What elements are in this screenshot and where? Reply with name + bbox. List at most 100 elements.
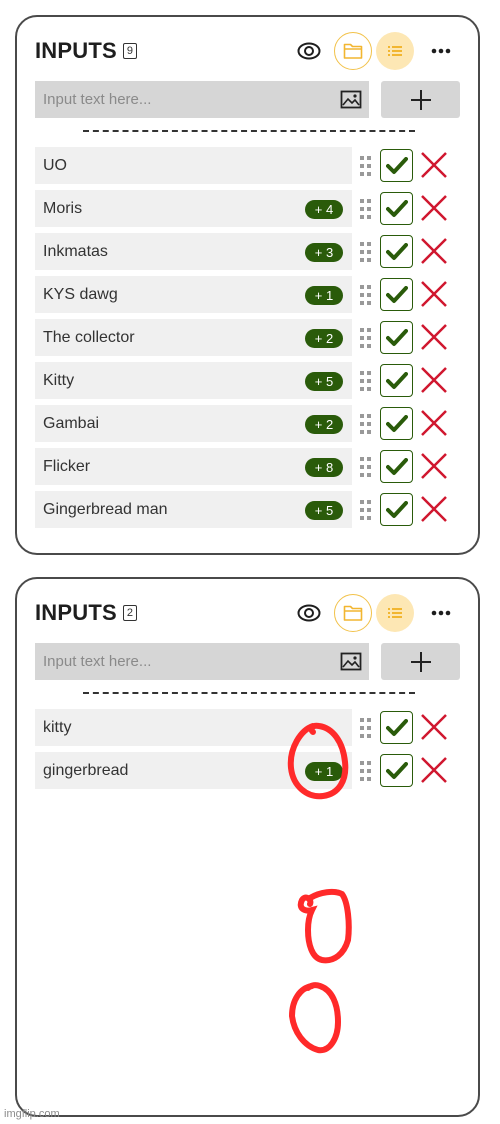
drag-handle-icon[interactable] [360,718,372,738]
close-icon[interactable] [419,193,449,223]
eye-icon [297,42,321,60]
list-item: UO [35,147,465,184]
drag-handle-icon[interactable] [360,500,372,520]
panel-title: INPUTS [35,38,117,63]
list-item: Flicker + 8 [35,448,465,485]
image-icon[interactable] [340,652,362,671]
item-field[interactable]: Flicker + 8 [35,448,352,485]
more-horizontal-icon [431,610,451,616]
folder-button[interactable] [334,32,372,70]
list-item: Gingerbread man + 5 [35,491,465,528]
count-badge: + 8 [305,458,343,477]
input-row [35,643,461,680]
image-icon[interactable] [340,90,362,109]
drag-handle-icon[interactable] [360,242,372,262]
item-label: The collector [43,328,135,346]
drag-handle-icon[interactable] [360,285,372,305]
plus-icon [410,89,431,110]
item-field[interactable]: Gingerbread man + 5 [35,491,352,528]
folder-button[interactable] [334,594,372,632]
item-label: Kitty [43,371,75,389]
item-count-badge: 2 [122,605,137,621]
confirm-button[interactable] [380,278,413,311]
header-actions [286,594,460,632]
confirm-button[interactable] [380,754,413,787]
list-item: Gambai + 2 [35,405,465,442]
dashed-divider [83,692,415,694]
check-icon [385,414,408,432]
item-field[interactable]: kitty [35,709,352,746]
list-item: kitty [35,709,465,746]
check-icon [385,761,408,779]
check-icon [385,328,408,346]
list-item: Kitty + 5 [35,362,465,399]
item-field[interactable]: Kitty + 5 [35,362,352,399]
item-field[interactable]: Moris + 4 [35,190,352,227]
confirm-button[interactable] [380,235,413,268]
check-icon [385,156,408,174]
confirm-button[interactable] [380,493,413,526]
list-item: KYS dawg + 1 [35,276,465,313]
input-list: kitty gingerbread + 1 [35,709,465,795]
item-field[interactable]: Inkmatas + 3 [35,233,352,270]
inputs-panel: INPUTS 9 Input text here... UO Moris + 4… [15,15,480,555]
drag-handle-icon[interactable] [360,761,372,781]
drag-handle-icon[interactable] [360,414,372,434]
confirm-button[interactable] [380,711,413,744]
check-icon [385,718,408,736]
item-field[interactable]: The collector + 2 [35,319,352,356]
close-icon[interactable] [419,755,449,785]
close-icon[interactable] [419,365,449,395]
close-icon[interactable] [419,279,449,309]
list-view-button[interactable] [376,32,414,70]
confirm-button[interactable] [380,407,413,440]
item-field[interactable]: gingerbread + 1 [35,752,352,789]
panel-header: INPUTS 2 [35,594,460,632]
list-view-button[interactable] [376,594,414,632]
item-label: Flicker [43,457,91,475]
drag-handle-icon[interactable] [360,457,372,477]
input-list: UO Moris + 4 Inkmatas + 3 KYS dawg + 1 T… [35,147,465,534]
text-input[interactable] [35,643,369,680]
toggle-visibility-button[interactable] [290,32,328,70]
folder-icon [343,605,363,621]
plus-icon [410,651,431,672]
drag-handle-icon[interactable] [360,328,372,348]
confirm-button[interactable] [380,192,413,225]
text-input[interactable] [35,81,369,118]
check-icon [385,371,408,389]
add-button[interactable] [381,643,460,680]
item-field[interactable]: KYS dawg + 1 [35,276,352,313]
close-icon[interactable] [419,451,449,481]
close-icon[interactable] [419,322,449,352]
more-options-button[interactable] [422,32,460,70]
close-icon[interactable] [419,494,449,524]
item-field[interactable]: Gambai + 2 [35,405,352,442]
check-icon [385,242,408,260]
check-icon [385,500,408,518]
close-icon[interactable] [419,408,449,438]
item-count-badge: 9 [122,43,137,59]
toggle-visibility-button[interactable] [290,594,328,632]
confirm-button[interactable] [380,450,413,483]
add-button[interactable] [381,81,460,118]
count-badge: + 5 [305,372,343,391]
more-options-button[interactable] [422,594,460,632]
drag-handle-icon[interactable] [360,156,372,176]
close-icon[interactable] [419,712,449,742]
item-field[interactable]: UO [35,147,352,184]
confirm-button[interactable] [380,321,413,354]
confirm-button[interactable] [380,364,413,397]
list-item: The collector + 2 [35,319,465,356]
eye-icon [297,604,321,622]
item-label: UO [43,156,67,174]
close-icon[interactable] [419,236,449,266]
drag-handle-icon[interactable] [360,199,372,219]
drag-handle-icon[interactable] [360,371,372,391]
close-icon[interactable] [419,150,449,180]
item-label: Gingerbread man [43,500,168,518]
count-badge: + 5 [305,501,343,520]
confirm-button[interactable] [380,149,413,182]
list-item: Inkmatas + 3 [35,233,465,270]
item-label: Moris [43,199,83,217]
